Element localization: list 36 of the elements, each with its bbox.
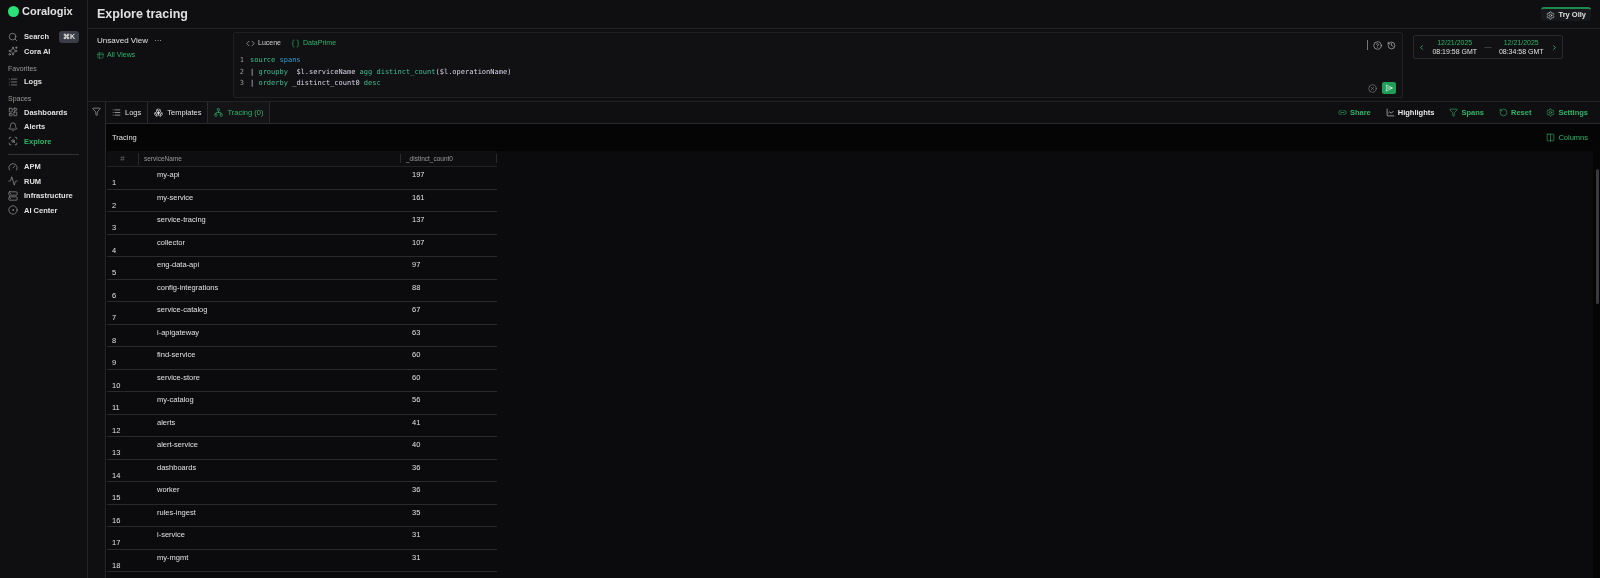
settings-icon [1546, 108, 1556, 117]
column-header[interactable]: # [107, 152, 139, 165]
table-icon [97, 51, 104, 59]
history-icon[interactable] [1387, 40, 1396, 50]
logo-icon [8, 5, 19, 17]
link-icon [1337, 108, 1347, 117]
run-query-button[interactable] [1382, 82, 1396, 94]
target-icon [8, 205, 18, 216]
code-icon [246, 38, 255, 48]
server-icon [8, 190, 18, 201]
view-title: Unsaved View [97, 35, 148, 47]
search-icon [8, 32, 18, 42]
help-icon[interactable] [1373, 40, 1382, 50]
list-icon [112, 108, 121, 117]
page-title: Explore tracing [97, 5, 188, 23]
filter-icon [1449, 108, 1459, 117]
send-icon [1385, 84, 1393, 92]
dashboard-icon [8, 107, 18, 118]
columns-icon [1546, 133, 1556, 142]
brand-name: Coralogix [22, 3, 73, 19]
reset-icon [1498, 108, 1508, 117]
filter-icon[interactable] [92, 107, 101, 116]
more-menu[interactable]: ··· [154, 35, 162, 47]
clear-icon[interactable] [1368, 83, 1377, 93]
next-icon[interactable] [1551, 43, 1558, 51]
sparkle-icon [8, 46, 18, 57]
nodes-icon [214, 108, 224, 117]
previous-icon[interactable] [1418, 43, 1425, 51]
line-chart-icon [1385, 108, 1395, 117]
cube-icon [154, 108, 164, 117]
braces-icon [290, 38, 300, 48]
bell-icon [8, 121, 18, 132]
gauge-icon [8, 161, 18, 172]
list-icon [8, 76, 18, 87]
gear-icon [1546, 10, 1556, 20]
pulse-icon [8, 176, 18, 187]
